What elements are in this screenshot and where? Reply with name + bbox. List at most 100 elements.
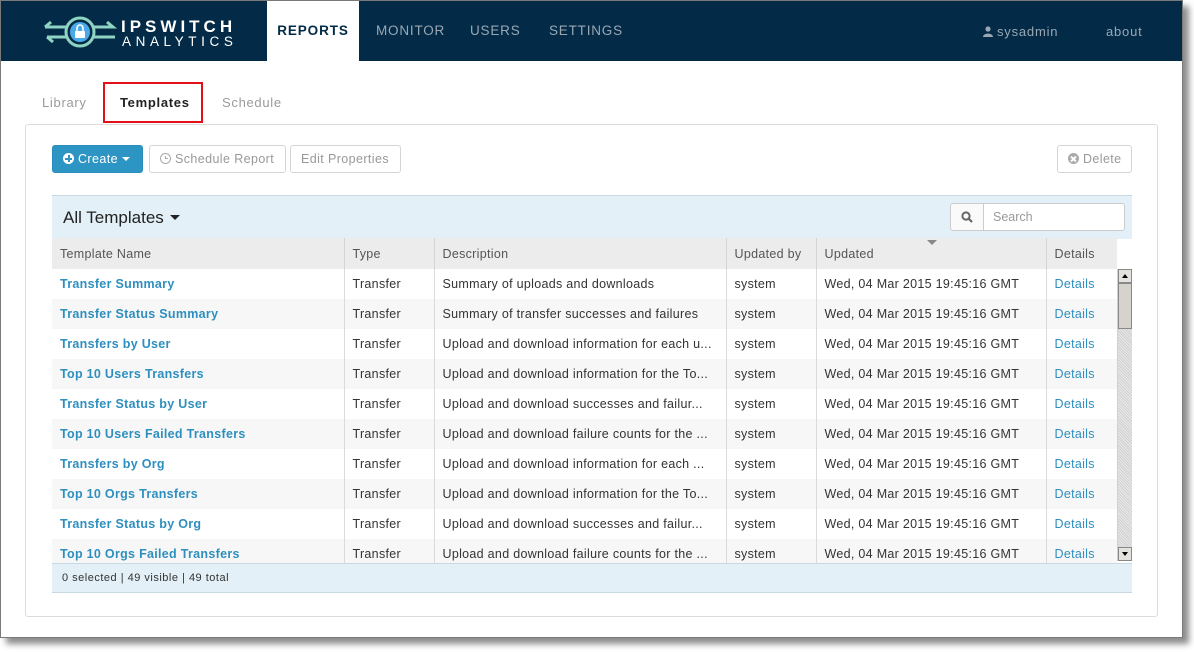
table-row[interactable]: Transfer Summary Transfer Summary of uploa… (52, 269, 1117, 299)
details-link[interactable]: Details (1046, 299, 1117, 329)
details-link[interactable]: Details (1046, 449, 1117, 479)
template-name-link[interactable]: Transfers by Org (52, 449, 345, 479)
search-input[interactable] (984, 204, 1122, 230)
schedule-report-button[interactable]: Schedule Report (149, 145, 286, 173)
table-row[interactable]: Transfer Status Summary Transfer Summary o… (52, 299, 1117, 329)
template-name-link[interactable]: Top 10 Orgs Failed Transfers (52, 539, 345, 563)
updated-cell: Wed, 04 Mar 2015 19:45:16 GMT (816, 419, 1047, 449)
caret-down-icon (121, 157, 130, 161)
type-cell: Transfer (344, 419, 435, 449)
updated-by-cell: system (726, 479, 817, 509)
col-updated-label: Updated (824, 246, 874, 261)
table-header-row: Template Name Type Description Updated b… (52, 238, 1117, 269)
brand-logo[interactable]: IPSWITCH ANALYTICS (41, 13, 233, 51)
templates-table: Template Name Type Description Updated b… (52, 238, 1132, 563)
user-menu[interactable]: sysadmin (983, 1, 1058, 61)
selection-summary: 0 selected | 49 visible | 49 total (62, 572, 230, 584)
type-cell: Transfer (344, 479, 435, 509)
nav-monitor[interactable]: MONITOR (376, 1, 445, 61)
table-row[interactable]: Top 10 Orgs Transfers Transfer Upload and … (52, 479, 1117, 509)
description-cell: Upload and download information for the … (434, 479, 727, 509)
table-row[interactable]: Transfer Status by Org Transfer Upload and… (52, 509, 1117, 539)
details-link[interactable]: Details (1046, 269, 1117, 299)
search-box (950, 203, 1125, 231)
type-cell: Transfer (344, 539, 435, 563)
col-type[interactable]: Type (344, 238, 435, 269)
scroll-down-arrow-icon[interactable] (1118, 547, 1132, 561)
plus-circle-icon (63, 153, 74, 164)
table-row[interactable]: Top 10 Users Failed Transfers Transfer Upl… (52, 419, 1117, 449)
table-row[interactable]: Top 10 Orgs Failed Transfers Transfer Uplo… (52, 539, 1117, 563)
app-window: IPSWITCH ANALYTICS REPORTS MONITOR USERS… (0, 0, 1183, 638)
scrollbar-thumb[interactable] (1118, 283, 1132, 329)
username: sysadmin (997, 24, 1059, 39)
description-cell: Summary of uploads and downloads (434, 269, 727, 299)
details-link[interactable]: Details (1046, 479, 1117, 509)
type-cell: Transfer (344, 449, 435, 479)
updated-cell: Wed, 04 Mar 2015 19:45:16 GMT (816, 329, 1047, 359)
template-name-link[interactable]: Top 10 Users Failed Transfers (52, 419, 345, 449)
details-link[interactable]: Details (1046, 359, 1117, 389)
updated-by-cell: system (726, 359, 817, 389)
template-name-link[interactable]: Top 10 Orgs Transfers (52, 479, 345, 509)
table-row[interactable]: Transfers by User Transfer Upload and down… (52, 329, 1117, 359)
type-cell: Transfer (344, 359, 435, 389)
col-description[interactable]: Description (434, 238, 727, 269)
about-link[interactable]: about (1106, 1, 1143, 61)
description-cell: Upload and download failure counts for t… (434, 539, 727, 563)
template-name-link[interactable]: Top 10 Users Transfers (52, 359, 345, 389)
brand-line2: ANALYTICS (122, 34, 238, 49)
details-link[interactable]: Details (1046, 329, 1117, 359)
user-icon (983, 26, 993, 37)
search-button[interactable] (951, 204, 984, 230)
description-cell: Upload and download information for each… (434, 449, 727, 479)
details-link[interactable]: Details (1046, 509, 1117, 539)
updated-by-cell: system (726, 269, 817, 299)
create-button[interactable]: Create (52, 145, 143, 173)
details-link[interactable]: Details (1046, 539, 1117, 563)
remove-circle-icon (1068, 153, 1079, 164)
nav-reports[interactable]: REPORTS (267, 1, 359, 61)
delete-button[interactable]: Delete (1057, 145, 1132, 173)
create-label: Create (78, 152, 118, 166)
type-cell: Transfer (344, 389, 435, 419)
templates-highlight-box (103, 82, 203, 123)
updated-by-cell: system (726, 449, 817, 479)
nav-users[interactable]: USERS (470, 1, 521, 61)
template-name-link[interactable]: Transfer Status by User (52, 389, 345, 419)
details-link[interactable]: Details (1046, 389, 1117, 419)
nav-settings[interactable]: SETTINGS (549, 1, 623, 61)
table-row[interactable]: Transfers by Org Transfer Upload and downl… (52, 449, 1117, 479)
updated-by-cell: system (726, 389, 817, 419)
table-scrollbar[interactable] (1117, 269, 1132, 561)
subtab-schedule[interactable]: Schedule (222, 95, 282, 110)
updated-cell: Wed, 04 Mar 2015 19:45:16 GMT (816, 509, 1047, 539)
template-filter-dropdown[interactable]: All Templates (63, 208, 180, 228)
edit-properties-button[interactable]: Edit Properties (290, 145, 401, 173)
col-template-name[interactable]: Template Name (52, 238, 345, 269)
template-name-link[interactable]: Transfer Status by Org (52, 509, 345, 539)
table-row[interactable]: Transfer Status by User Transfer Upload an… (52, 389, 1117, 419)
updated-by-cell: system (726, 419, 817, 449)
schedule-report-label: Schedule Report (175, 152, 275, 166)
scroll-up-arrow-icon[interactable] (1118, 269, 1132, 283)
lock-arrows-logo-icon (44, 16, 118, 48)
details-link[interactable]: Details (1046, 419, 1117, 449)
template-name-link[interactable]: Transfer Summary (52, 269, 345, 299)
updated-cell: Wed, 04 Mar 2015 19:45:16 GMT (816, 269, 1047, 299)
updated-cell: Wed, 04 Mar 2015 19:45:16 GMT (816, 389, 1047, 419)
col-details[interactable]: Details (1046, 238, 1117, 269)
clock-icon (160, 153, 171, 164)
col-updated[interactable]: Updated (816, 238, 1047, 269)
table-row[interactable]: Top 10 Users Transfers Transfer Upload and… (52, 359, 1117, 389)
top-navbar: IPSWITCH ANALYTICS REPORTS MONITOR USERS… (1, 1, 1182, 61)
updated-by-cell: system (726, 539, 817, 563)
template-name-link[interactable]: Transfer Status Summary (52, 299, 345, 329)
col-updated-by[interactable]: Updated by (726, 238, 817, 269)
updated-by-cell: system (726, 329, 817, 359)
updated-by-cell: system (726, 509, 817, 539)
subtab-library[interactable]: Library (42, 95, 87, 110)
description-cell: Upload and download successes and failur… (434, 509, 727, 539)
type-cell: Transfer (344, 269, 435, 299)
template-name-link[interactable]: Transfers by User (52, 329, 345, 359)
